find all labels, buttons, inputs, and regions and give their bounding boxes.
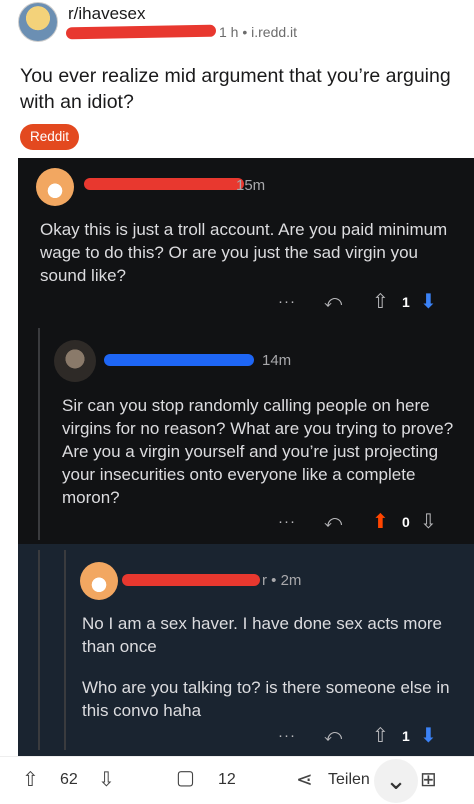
post-vote-count: 62: [60, 771, 78, 788]
share-label[interactable]: Teilen: [328, 771, 370, 789]
comment-3-text-2: Who are you talking to? is there someone…: [82, 678, 450, 720]
comment-1-username-redaction: [84, 178, 244, 190]
post-title[interactable]: You ever realize mid argument that you’r…: [20, 63, 460, 115]
reply-icon[interactable]: ⤺: [324, 290, 342, 314]
author-redaction: [65, 24, 217, 40]
post-flair[interactable]: Reddit: [20, 124, 80, 150]
comment-screenshot: 15m Okay this is just a troll account. A…: [18, 158, 474, 756]
comment-1-text: Okay this is just a troll account. Are y…: [40, 220, 448, 285]
downvote-icon[interactable]: ⬇: [420, 290, 437, 314]
comment-2-body: Sir can you stop randomly calling people…: [62, 394, 462, 509]
comment-2-actions: ··· ⤺ ⬆ 0 ⇩: [274, 510, 444, 534]
more-options-icon[interactable]: ···: [278, 290, 296, 314]
comment-3-time: r • 2m: [262, 572, 302, 589]
thread-line: [64, 550, 66, 750]
downvote-icon[interactable]: ⬇: [420, 724, 437, 748]
comment-icon[interactable]: ▢: [176, 765, 195, 790]
comment-2-time: 14m: [262, 352, 292, 369]
upvote-icon[interactable]: ⇧: [372, 724, 389, 748]
more-options-icon[interactable]: ···: [278, 724, 296, 748]
comment-1-time: 15m: [236, 177, 266, 194]
post-meta: 1 h • i.redd.it: [219, 24, 298, 40]
downvote-icon[interactable]: ⇩: [420, 510, 437, 534]
comment-2-username-redaction: [104, 354, 254, 366]
reddit-post-screen: r/ihavesex 1 h • i.redd.it You ever real…: [0, 0, 474, 804]
comment-1-body: Okay this is just a troll account. Are y…: [40, 218, 450, 287]
comment-2-text: Sir can you stop randomly calling people…: [62, 396, 454, 507]
upvote-icon[interactable]: ⇧: [372, 290, 389, 314]
thread-line: [38, 328, 40, 540]
reply-icon[interactable]: ⤺: [324, 724, 342, 748]
downvote-icon[interactable]: ⇩: [98, 767, 115, 792]
upvote-icon[interactable]: ⇧: [22, 767, 39, 792]
subreddit-avatar[interactable]: [18, 2, 58, 42]
add-award-icon[interactable]: ⊞: [420, 767, 437, 792]
comment-3-body: No I am a sex haver. I have done sex act…: [82, 612, 462, 722]
post-action-bar: ⇧ 62 ⇩ ▢ 12 ⋖ Teilen ⌄ ⊞: [0, 756, 474, 804]
comment-3-vote-count: 1: [402, 728, 410, 744]
comment-1-avatar: [36, 168, 74, 206]
comment-3-username-redaction: [122, 574, 260, 586]
more-options-icon[interactable]: ···: [278, 510, 296, 534]
thread-line: [38, 550, 40, 750]
comment-count: 12: [218, 771, 236, 788]
comment-1-actions: ··· ⤺ ⇧ 1 ⬇: [274, 290, 444, 314]
post-header: r/ihavesex 1 h • i.redd.it You ever real…: [0, 0, 474, 158]
share-icon[interactable]: ⋖: [296, 767, 313, 792]
comment-3-text-1: No I am a sex haver. I have done sex act…: [82, 614, 443, 656]
comment-2-avatar: [54, 340, 96, 382]
comment-3-avatar: [80, 562, 118, 600]
comment-3-actions: ··· ⤺ ⇧ 1 ⬇: [274, 724, 444, 748]
chevron-down-icon[interactable]: ⌄: [374, 759, 418, 803]
reply-icon[interactable]: ⤺: [324, 510, 342, 534]
subreddit-name[interactable]: r/ihavesex: [68, 4, 145, 24]
comment-1-vote-count: 1: [402, 294, 410, 310]
comment-2-vote-count: 0: [402, 514, 410, 530]
upvote-icon[interactable]: ⬆: [372, 510, 389, 534]
